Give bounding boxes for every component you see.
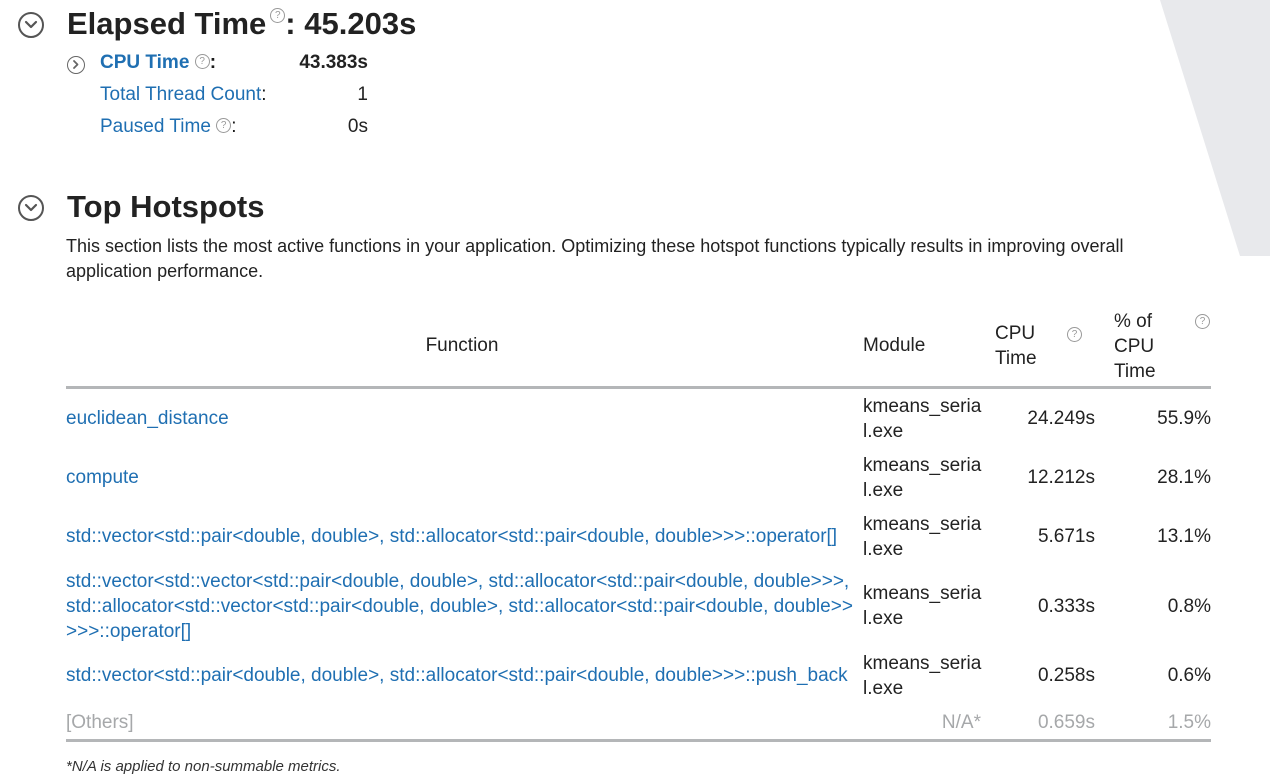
function-cell: std::vector<std::vector<std::pair<double… xyxy=(66,566,863,646)
cpu-time-link[interactable]: CPU Time xyxy=(100,52,189,73)
module-cell: kmeans_serial.exe xyxy=(863,454,982,501)
expand-cpu-time-chevron-icon[interactable] xyxy=(67,56,85,74)
cpu-time-suffix: : xyxy=(209,52,217,73)
summary-page: Elapsed Time?: 45.203s CPU Time ?: 43.38… xyxy=(0,0,1270,775)
table-row: std::vector<std::pair<double, double>, s… xyxy=(66,507,1211,566)
module-cell: kmeans_serial.exe xyxy=(863,652,982,699)
column-header-function[interactable]: Function xyxy=(66,306,863,389)
table-row: std::vector<std::pair<double, double>, s… xyxy=(66,646,1211,705)
elapsed-time-value: 45.203s xyxy=(304,6,417,41)
module-cell: kmeans_serial.exe xyxy=(863,583,982,629)
column-header-cpu-time-label: CPU Time xyxy=(995,323,1037,369)
others-cpu-time-cell: 0.659s xyxy=(987,705,1114,742)
pct-cpu-time-cell: 0.8% xyxy=(1167,595,1211,617)
elapsed-time-title: Elapsed Time xyxy=(67,6,267,41)
total-thread-count-suffix: : xyxy=(261,84,267,105)
top-hotspots-description: This section lists the most active funct… xyxy=(66,236,1124,281)
collapse-elapsed-chevron-icon[interactable] xyxy=(18,12,44,38)
collapse-hotspots-chevron-icon[interactable] xyxy=(18,195,44,221)
column-header-module[interactable]: Module xyxy=(863,306,987,389)
elapsed-time-help-icon[interactable]: ? xyxy=(270,8,286,23)
hotspots-table: Function Module CPU Time ? % of CPU Time… xyxy=(66,306,1211,742)
pct-cpu-time-cell: 13.1% xyxy=(1157,526,1211,547)
paused-time-suffix: : xyxy=(231,116,237,137)
cpu-time-cell: 12.212s xyxy=(1027,467,1095,488)
paused-time-value: 0s xyxy=(347,116,368,137)
paused-time-link[interactable]: Paused Time xyxy=(100,116,211,137)
column-header-cpu-time[interactable]: CPU Time ? xyxy=(987,306,1114,389)
table-footnote: *N/A is applied to non-summable metrics. xyxy=(66,758,341,775)
pct-cpu-time-cell: 55.9% xyxy=(1157,408,1211,429)
table-row: std::vector<std::vector<std::pair<double… xyxy=(66,566,1211,646)
metric-paused-time: Paused Time ?: 0s xyxy=(100,116,368,140)
function-link[interactable]: euclidean_distance xyxy=(66,408,229,429)
total-thread-count-value: 1 xyxy=(357,84,368,105)
column-header-pct-cpu-time-label: % of CPU Time xyxy=(1114,310,1156,382)
cpu-time-cell: 24.249s xyxy=(1027,408,1095,429)
cpu-time-cell: 5.671s xyxy=(1037,526,1095,547)
function-link[interactable]: std::vector<std::pair<double, double>, s… xyxy=(66,526,837,547)
module-cell: kmeans_serial.exe xyxy=(863,513,982,560)
others-pct-cpu-time-cell: 1.5% xyxy=(1114,705,1211,742)
pct-cpu-time-cell: 0.6% xyxy=(1167,665,1211,686)
decorative-background-shape xyxy=(1160,0,1270,256)
function-cell: compute xyxy=(66,448,863,507)
cpu-time-column-help-icon[interactable]: ? xyxy=(1067,327,1082,342)
hotspots-header-row: Function Module CPU Time ? % of CPU Time… xyxy=(66,306,1211,389)
others-function-cell: [Others] xyxy=(66,705,863,742)
elapsed-time-heading: Elapsed Time?: 45.203s xyxy=(67,6,416,42)
function-link[interactable]: std::vector<std::vector<std::pair<double… xyxy=(66,571,853,642)
function-link[interactable]: std::vector<std::pair<double, double>, s… xyxy=(66,665,848,686)
function-link[interactable]: compute xyxy=(66,467,139,488)
metric-total-thread-count: Total Thread Count: 1 xyxy=(100,84,368,108)
table-row: compute kmeans_serial.exe 12.212s 28.1% xyxy=(66,448,1211,507)
table-row: euclidean_distance kmeans_serial.exe 24.… xyxy=(66,388,1211,449)
cpu-time-help-icon[interactable]: ? xyxy=(194,54,210,69)
cpu-time-value: 43.383s xyxy=(299,52,368,73)
function-cell: std::vector<std::pair<double, double>, s… xyxy=(66,507,863,566)
cpu-time-cell: 0.258s xyxy=(1037,665,1095,686)
others-module-cell: N/A* xyxy=(863,705,987,742)
others-row: [Others] N/A* 0.659s 1.5% xyxy=(66,705,1211,742)
module-cell: kmeans_serial.exe xyxy=(863,395,982,442)
pct-cpu-time-cell: 28.1% xyxy=(1157,467,1211,488)
elapsed-time-separator: : xyxy=(285,6,296,41)
metric-cpu-time: CPU Time ?: 43.383s xyxy=(100,52,368,76)
total-thread-count-link[interactable]: Total Thread Count xyxy=(100,84,261,105)
cpu-time-cell: 0.333s xyxy=(1037,595,1095,617)
function-cell: std::vector<std::pair<double, double>, s… xyxy=(66,646,863,705)
paused-time-help-icon[interactable]: ? xyxy=(216,118,232,133)
column-header-pct-cpu-time[interactable]: % of CPU Time ? xyxy=(1114,306,1211,389)
pct-cpu-time-column-help-icon[interactable]: ? xyxy=(1195,314,1210,329)
top-hotspots-heading: Top Hotspots xyxy=(67,189,265,224)
function-cell: euclidean_distance xyxy=(66,388,863,449)
